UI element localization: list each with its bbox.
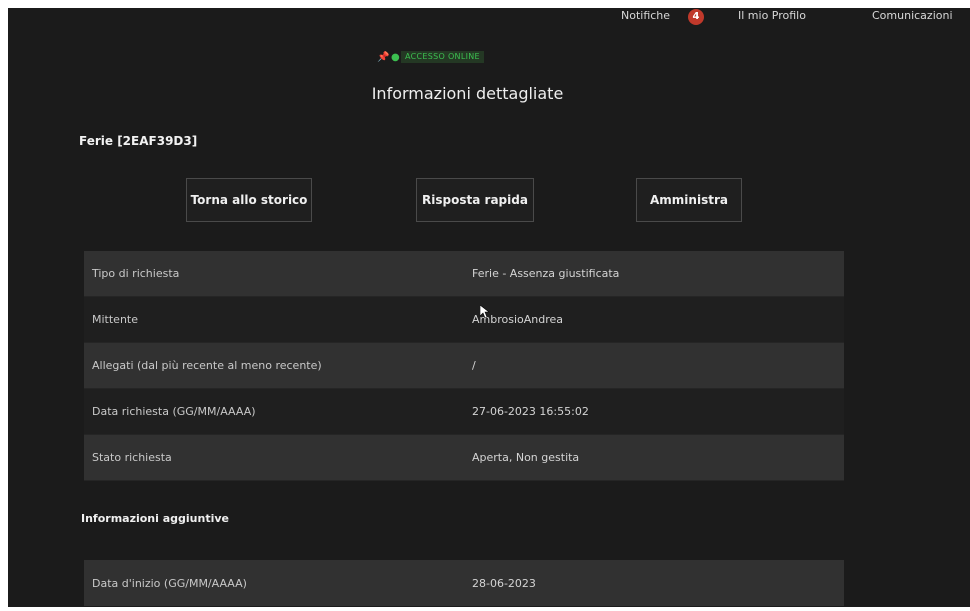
table-row: Stato richiesta Aperta, Non gestita [84,435,844,481]
notifications-count-badge[interactable]: 4 [688,9,704,25]
row-label: Data d'inizio (GG/MM/AAAA) [92,576,247,590]
row-value: Aperta, Non gestita [472,451,580,464]
row-value: / [472,359,476,372]
row-value: 27-06-2023 16:55:02 [472,405,589,418]
quick-reply-button[interactable]: Risposta rapida [416,178,534,222]
table-row: Allegati (dal più recente al meno recent… [84,343,844,389]
communications-link[interactable]: Comunicazioni [872,9,953,22]
table-row: Data d'inizio (GG/MM/AAAA) 28-06-2023 [84,560,844,606]
row-label: Tipo di richiesta [92,267,180,280]
connection-icon: ● [391,51,400,63]
row-label: Stato richiesta [92,451,172,464]
profile-link[interactable]: Il mio Profilo [738,9,806,22]
pin-icon: 📌 [377,51,390,63]
page-title: Informazioni dettagliate [371,84,564,103]
table-row: Tipo di richiesta Ferie - Assenza giusti… [84,251,844,297]
row-label: Allegati (dal più recente al meno recent… [92,359,322,372]
table-row: Data richiesta (GG/MM/AAAA) 27-06-2023 1… [84,389,844,435]
top-navigation: Notifiche 4 Il mio Profilo Comunicazioni [0,8,970,28]
status-text: ACCESSO ONLINE [401,51,484,63]
row-value: 28-06-2023 [472,576,536,590]
manage-button[interactable]: Amministra [636,178,742,222]
request-details-table: Tipo di richiesta Ferie - Assenza giusti… [84,251,844,481]
window-bottom-edge [0,607,970,611]
status-indicator: 📌 ● ACCESSO ONLINE [377,50,547,64]
notifications-link[interactable]: Notifiche [621,9,670,22]
request-id: Ferie [2EAF39D3] [79,134,198,148]
additional-info-heading: Informazioni aggiuntive [81,512,230,525]
window-top-edge [0,0,970,8]
table-row: Mittente AmbrosioAndrea [84,297,844,343]
row-value: Ferie - Assenza giustificata [472,267,620,280]
additional-info-table: Data d'inizio (GG/MM/AAAA) 28-06-2023 [84,560,844,606]
row-label: Data richiesta (GG/MM/AAAA) [92,405,256,418]
back-to-history-button[interactable]: Torna allo storico [186,178,312,222]
row-label: Mittente [92,313,138,326]
